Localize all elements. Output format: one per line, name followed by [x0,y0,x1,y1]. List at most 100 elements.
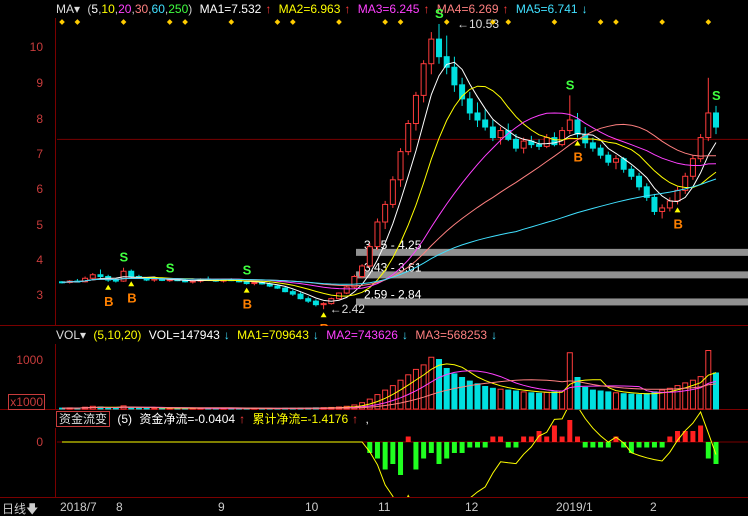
volume-bar [651,391,658,410]
marker-diamond [659,19,665,25]
candle-body [389,179,396,205]
buy-arrow-icon [105,284,112,290]
volume-bar [405,374,412,410]
flow-bar [482,442,488,448]
flow-bar [528,436,534,442]
flow-bar [590,442,596,448]
marker-diamond [597,19,604,25]
volume-bar [536,392,543,410]
candle-body [289,291,296,295]
candle-body [412,94,419,125]
flow-bar [459,442,465,453]
candle-body [574,119,581,135]
flow-bar [436,442,442,464]
date-label: 12 [465,500,479,514]
flow-bar [474,442,480,448]
flow-bar [374,442,380,459]
volume-bar [620,393,627,410]
flow-bar [428,442,434,453]
volume-bar [436,359,443,410]
flow-bar [575,436,581,442]
volume-bar [143,407,150,410]
buy-arrow-icon [320,312,327,318]
volume-bar [489,387,496,410]
candle-body [128,270,135,278]
candle-body [512,138,519,149]
marker-diamond [505,19,512,25]
candle-body [466,98,473,114]
flow-bar [413,442,419,470]
candle-body [666,200,673,209]
flow-bar [498,436,504,442]
volume-bar [512,390,519,410]
flow-bar [444,442,450,459]
volume-bar [520,391,527,410]
buy-signal: B [574,150,583,165]
marker-diamond [120,19,127,25]
date-label: 2019/1 [556,500,593,514]
candle-body [612,158,619,163]
marker-diamond [613,19,619,25]
candle-body [628,168,635,177]
candle-body [605,154,612,163]
candle-body [397,151,404,181]
flow-bar [467,442,473,448]
buy-arrow-icon [243,287,250,293]
buy-signal: B [127,290,136,305]
period-label: 日线 [2,502,27,516]
candle-body [343,286,350,294]
volume-bar [389,385,396,410]
zone-label: 2.59 - 2.84 [364,287,422,301]
candle-body [674,189,681,202]
flow-chart[interactable] [0,410,748,497]
ma10-line [61,85,717,297]
volume-bar [528,392,535,410]
candle-body [443,56,450,68]
volume-bar [505,389,512,410]
flow-bar [651,442,657,448]
marker-diamond [274,19,281,25]
flow-bar [636,442,642,448]
flow-bar [705,442,711,459]
flow-bar [544,436,550,442]
candle-body [474,112,481,121]
flow-bar [698,425,704,442]
buy-signal: B [243,297,252,312]
sell-signal: S [566,77,575,92]
candle-body [659,207,666,212]
flow-panel[interactable]: 资金流变 (5) 资金净流=-0.0404 ↑ 累计净流=-1.4176 ↑ , 0 [0,410,748,497]
price-chart[interactable]: 3.75 - 4.253.43 - 3.612.59 - 2.84←10.53←… [0,0,748,326]
candle-body [243,281,250,285]
price-panel[interactable]: MA▾ (5,10,20,30,60,250) MA1=7.532 ↑ MA2=6… [0,0,748,326]
buy-signal: B [674,216,683,231]
candle-body [436,38,443,58]
flow-bar [659,442,665,448]
volume-chart[interactable] [0,326,748,410]
flow-bar [521,436,527,442]
candle-body [405,123,412,153]
volume-bar [397,379,404,410]
date-label: 10 [305,500,319,514]
flow-bar [513,442,519,448]
volume-bar [551,391,558,410]
candle-body [312,300,319,306]
candle-body [112,279,119,282]
buy-arrow-icon [128,281,135,287]
date-label: 8 [116,500,123,514]
candle-body [189,280,196,283]
period-selector[interactable]: 日线🡇 [2,500,38,516]
marker-diamond [182,19,188,25]
flow-bar [490,436,496,442]
flow-bar [382,442,388,470]
flow-bar [598,442,604,448]
flow-bar [690,431,696,442]
candle-body [320,303,327,306]
volume-bar [135,407,142,410]
flow-bar [644,442,650,448]
date-label: 2 [650,500,657,514]
volume-panel[interactable]: VOL▾ (5,10,20) VOL=147943 ↓ MA1=709643 ↓ M… [0,326,748,410]
candle-body [366,246,373,267]
date-label: 2018/7 [60,500,97,514]
buy-signal: B [104,294,113,309]
marker-diamond [443,19,450,25]
